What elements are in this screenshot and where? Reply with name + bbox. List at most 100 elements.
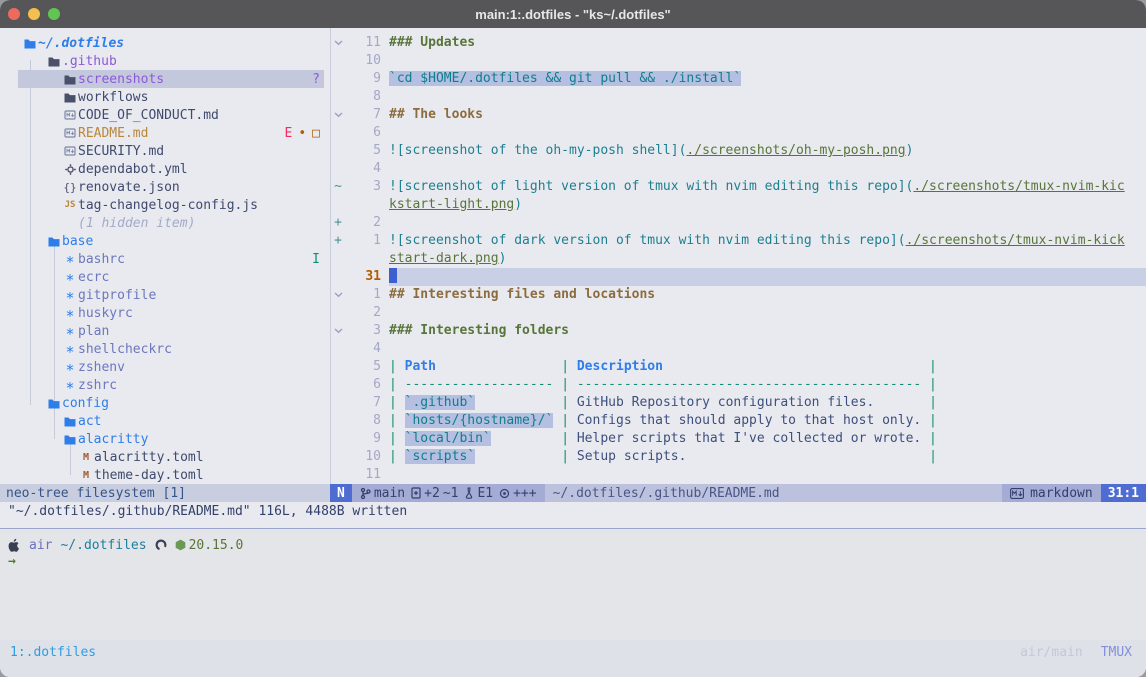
tree-item[interactable]: *zshenv (0, 358, 330, 376)
tree-item-badge: ? (312, 72, 320, 87)
diagnostics-item: E1 (464, 486, 493, 501)
tree-item[interactable]: .github (0, 52, 330, 70)
editor-line[interactable]: 5| Path | Description | (331, 358, 1146, 376)
editor-line-text (389, 466, 1146, 484)
tree-item[interactable]: (1 hidden item) (0, 214, 330, 232)
editor-line[interactable]: 3### Interesting folders (331, 322, 1146, 340)
editor-line[interactable]: 9| `local/bin` | Helper scripts that I'v… (331, 430, 1146, 448)
node-version-item: 20.15.0 (175, 538, 244, 553)
editor-line[interactable]: 4 (331, 340, 1146, 358)
tree-item[interactable]: JStag-changelog-config.js (0, 196, 330, 214)
editor-line[interactable]: 5![screenshot of the oh-my-posh shell](.… (331, 142, 1146, 160)
mode-indicator: N (330, 484, 352, 502)
editor-line[interactable]: start-dark.png) (331, 250, 1146, 268)
editor-line[interactable]: 7## The looks (331, 106, 1146, 124)
neotree-status-text: neo-tree filesystem [1] (6, 486, 186, 501)
tree-item[interactable]: *plan (0, 322, 330, 340)
editor-buffer[interactable]: 11### Updates109`cd $HOME/.dotfiles && g… (331, 28, 1146, 484)
tree-item[interactable]: SECURITY.md (0, 142, 330, 160)
tree-item[interactable]: base (0, 232, 330, 250)
tree-item[interactable]: CODE_OF_CONDUCT.md (0, 106, 330, 124)
editor-line[interactable]: 10| `scripts` | Setup scripts. | (331, 448, 1146, 466)
line-number: 2 (345, 304, 381, 322)
tree-item[interactable]: README.mdE•□ (0, 124, 330, 142)
line-number: 10 (345, 448, 381, 466)
editor-line[interactable]: 31 (331, 268, 1146, 286)
tree-item-label: ecrc (78, 270, 109, 285)
tree-item[interactable]: screenshots? (0, 70, 330, 88)
editor-line[interactable]: 11### Updates (331, 34, 1146, 52)
tree-item[interactable]: alacritty (0, 430, 330, 448)
toml-icon: M (78, 452, 94, 463)
window-title: main:1:.dotfiles - "ks~/.dotfiles" (0, 7, 1146, 22)
tree-item[interactable]: ~/.dotfiles (0, 34, 330, 52)
close-button[interactable] (8, 8, 20, 20)
git-sign (331, 358, 345, 376)
tree-item[interactable]: *zshrc (0, 376, 330, 394)
editor-line[interactable]: 2 (331, 304, 1146, 322)
filepath-section: ~/.dotfiles/.github/README.md (545, 484, 1002, 502)
editor-line[interactable]: 8 (331, 88, 1146, 106)
editor-line[interactable]: 10 (331, 52, 1146, 70)
editor-line[interactable]: 1## Interesting files and locations (331, 286, 1146, 304)
tmux-window-item[interactable]: 1:.dotfiles (10, 645, 96, 660)
tree-item[interactable]: dependabot.yml (0, 160, 330, 178)
git-sign (331, 466, 345, 484)
tree-item[interactable]: Mtheme-day.toml (0, 466, 330, 484)
editor-line[interactable]: kstart-light.png) (331, 196, 1146, 214)
editor-line[interactable]: +1![screenshot of dark version of tmux w… (331, 232, 1146, 250)
tree-item[interactable]: {}renovate.json (0, 178, 330, 196)
js-icon: JS (62, 200, 78, 210)
tree-item-badge: • (298, 126, 306, 141)
editor-line[interactable]: 11 (331, 466, 1146, 484)
neotree-statusline: neo-tree filesystem [1] (0, 484, 330, 502)
editor-line[interactable]: 6| ------------------- | ---------------… (331, 376, 1146, 394)
tree-item[interactable]: *huskyrc (0, 304, 330, 322)
cursor-position: 31:1 (1101, 484, 1146, 502)
tree-item-badge: E (285, 126, 293, 141)
hostname: air (29, 538, 52, 553)
tree-item[interactable]: *ecrc (0, 268, 330, 286)
editor-line-text (389, 124, 1146, 142)
editor-line-text: ## Interesting files and locations (389, 286, 1146, 304)
git-sign (331, 52, 345, 70)
fold-chevron-icon (331, 34, 345, 52)
fold-chevron-icon (331, 286, 345, 304)
tree-item[interactable]: act (0, 412, 330, 430)
tree-item[interactable]: *bashrcI (0, 250, 330, 268)
shell-pane[interactable]: air ~/.dotfiles 20.15.0 → (0, 529, 1146, 640)
neo-tree-sidebar[interactable]: ~/.dotfiles.githubscreenshots?workflowsC… (0, 28, 330, 484)
tree-item[interactable]: *gitprofile (0, 286, 330, 304)
line-number: 4 (345, 160, 381, 178)
tree-item-badge: I (312, 252, 320, 267)
git-sign (331, 196, 345, 214)
tree-item-label: SECURITY.md (78, 144, 164, 159)
line-number: 10 (345, 52, 381, 70)
editor-line[interactable]: 9`cd $HOME/.dotfiles && git pull && ./in… (331, 70, 1146, 88)
tree-item[interactable]: workflows (0, 88, 330, 106)
editor-line[interactable]: 8| `hosts/{hostname}/` | Configs that sh… (331, 412, 1146, 430)
folder-open-icon (62, 434, 78, 445)
editor-line[interactable]: 7| `.github` | GitHub Repository configu… (331, 394, 1146, 412)
tree-item[interactable]: Malacritty.toml (0, 448, 330, 466)
git-section: main +2 ~1 E1 +++ (352, 484, 545, 502)
minimize-button[interactable] (28, 8, 40, 20)
editor-line[interactable]: +2 (331, 214, 1146, 232)
git-sign (331, 430, 345, 448)
editor-line[interactable]: ~3![screenshot of light version of tmux … (331, 178, 1146, 196)
command-message-line: "~/.dotfiles/.github/README.md" 116L, 44… (0, 502, 1146, 520)
tree-item[interactable]: config (0, 394, 330, 412)
line-number: 2 (345, 214, 381, 232)
zoom-button[interactable] (48, 8, 60, 20)
line-number: 11 (345, 466, 381, 484)
editor-line[interactable]: 4 (331, 160, 1146, 178)
tree-item-label: config (62, 396, 109, 411)
tree-item[interactable]: *shellcheckrc (0, 340, 330, 358)
line-number (345, 250, 381, 268)
editor-line[interactable]: 6 (331, 124, 1146, 142)
star-icon: * (62, 345, 78, 353)
line-number: 11 (345, 34, 381, 52)
tree-item-label: theme-day.toml (94, 468, 204, 483)
editor-line-text (389, 214, 1146, 232)
editor-line-text: | `.github` | GitHub Repository configur… (389, 394, 1146, 412)
